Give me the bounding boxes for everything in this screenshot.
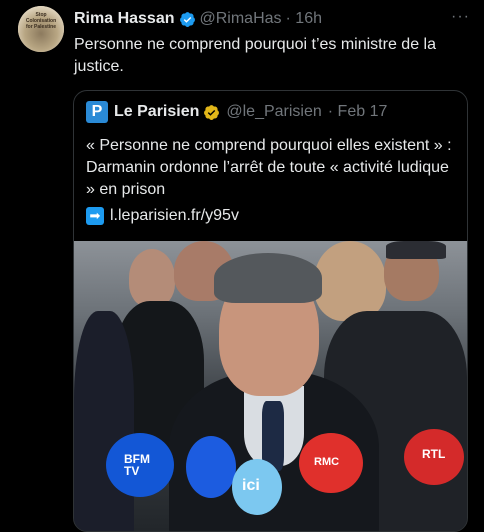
quoted-tweet-time[interactable]: · Feb 17 (328, 103, 388, 121)
quoted-tweet-link[interactable]: l.leparisien.fr/y95v (110, 205, 239, 227)
tweet-time[interactable]: · 16h (286, 10, 322, 28)
background-woman-right (314, 241, 386, 321)
le-parisien-logo: P (86, 101, 108, 123)
gold-verified-badge-icon (204, 104, 220, 120)
quoted-author-name[interactable]: Le Parisien (114, 103, 199, 121)
quoted-tweet-link-row: ➡ l.leparisien.fr/y95v (86, 205, 239, 227)
verified-badge-icon (179, 11, 195, 27)
quoted-author-handle[interactable]: @le_Parisien (226, 103, 321, 121)
tweet-text: Personne ne comprend pourquoi t’es minis… (74, 36, 436, 75)
background-officer-cap (386, 241, 446, 259)
quoted-tweet[interactable]: P Le Parisien @le_Parisien · Feb 17 « Pe… (73, 90, 468, 532)
speaker-hair (214, 253, 322, 303)
quoted-tweet-text: « Personne ne comprend pourquoi elles ex… (86, 137, 452, 198)
blue-microphone (186, 436, 236, 498)
background-woman-left (74, 311, 134, 531)
more-options-icon[interactable]: ··· (451, 8, 470, 26)
bfm-tv-label: BFM TV (124, 452, 150, 478)
tweet-avatar[interactable]: Stop Colonisation for Palestine (18, 6, 64, 52)
author-name[interactable]: Rima Hassan (74, 10, 175, 28)
background-person-left (129, 249, 175, 307)
quoted-tweet-header: P Le Parisien @le_Parisien · Feb 17 (86, 101, 387, 123)
avatar-text: Stop Colonisation for Palestine (25, 12, 57, 30)
rmc-label: RMC (314, 456, 340, 468)
rtl-label: RTL (422, 447, 446, 461)
press-photo[interactable]: BFM TV ici RMC RTL (74, 241, 467, 531)
ici-label: ici (242, 477, 260, 494)
tweet-header: Rima Hassan @RimaHas · 16h (74, 8, 464, 30)
right-arrow-icon: ➡ (86, 207, 104, 225)
author-handle[interactable]: @RimaHas (200, 10, 282, 28)
